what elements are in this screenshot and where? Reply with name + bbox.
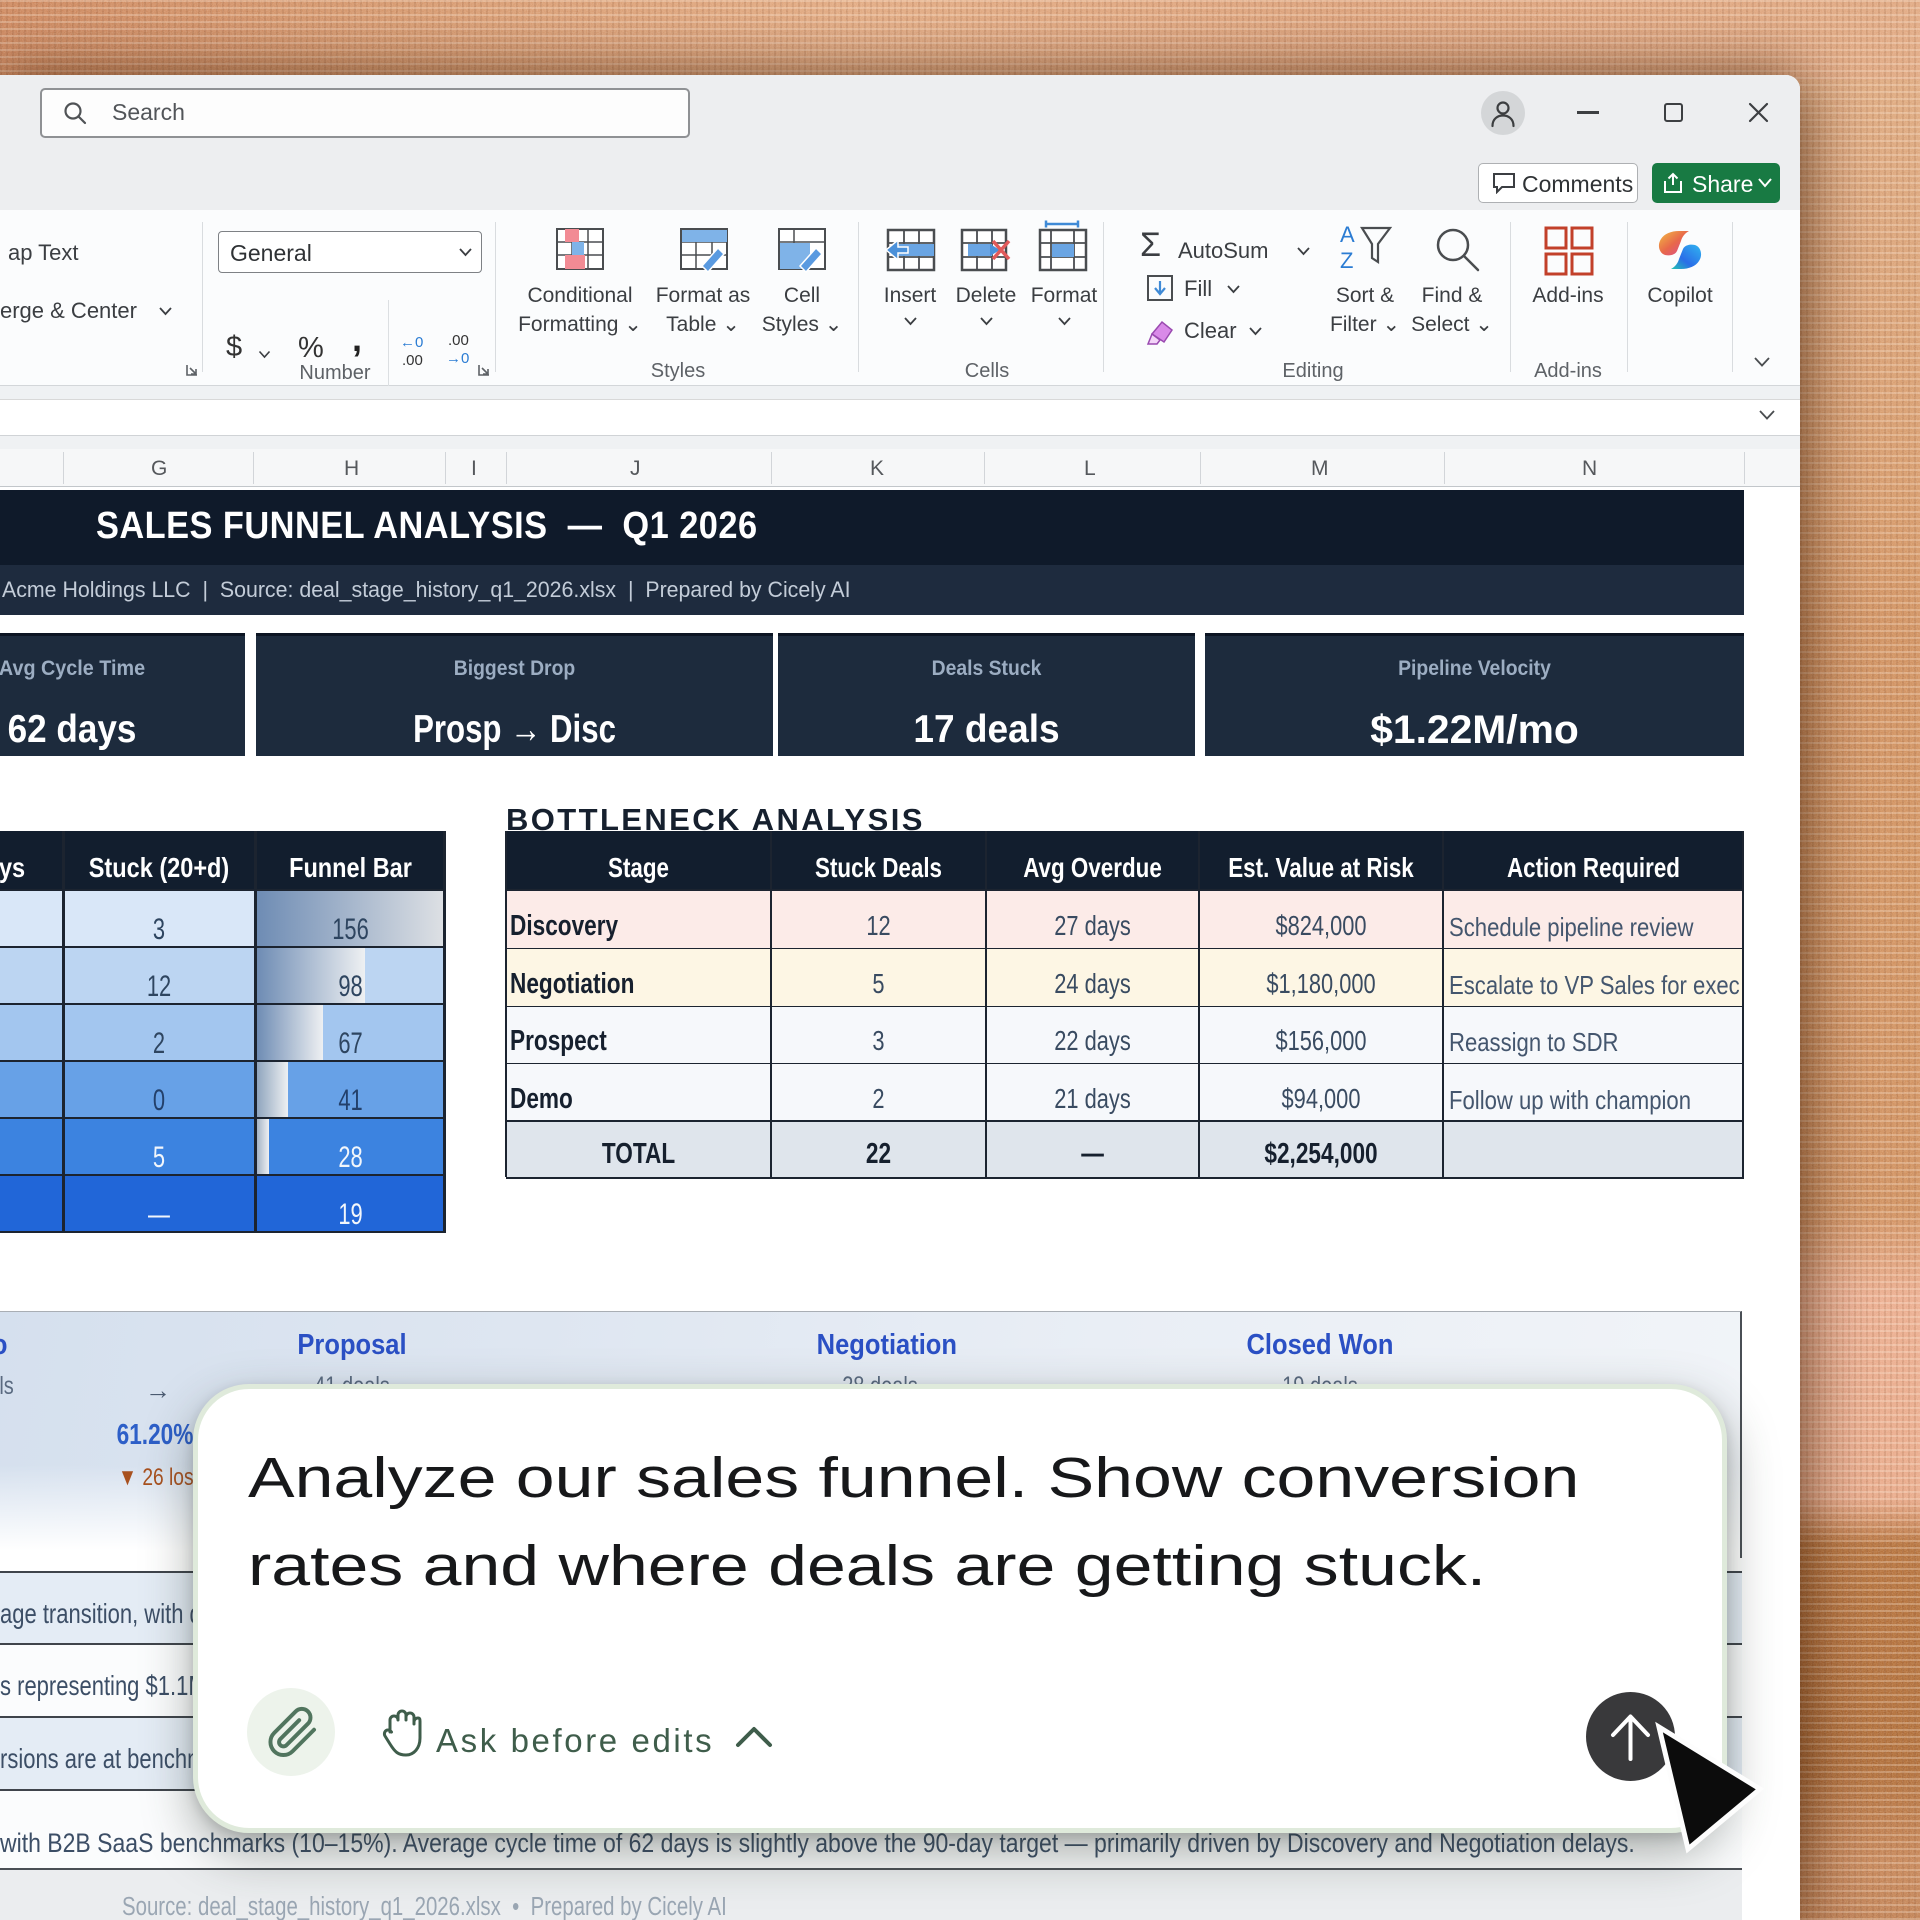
svg-text:Z: Z (1340, 248, 1353, 273)
svg-text:A: A (1340, 222, 1355, 247)
